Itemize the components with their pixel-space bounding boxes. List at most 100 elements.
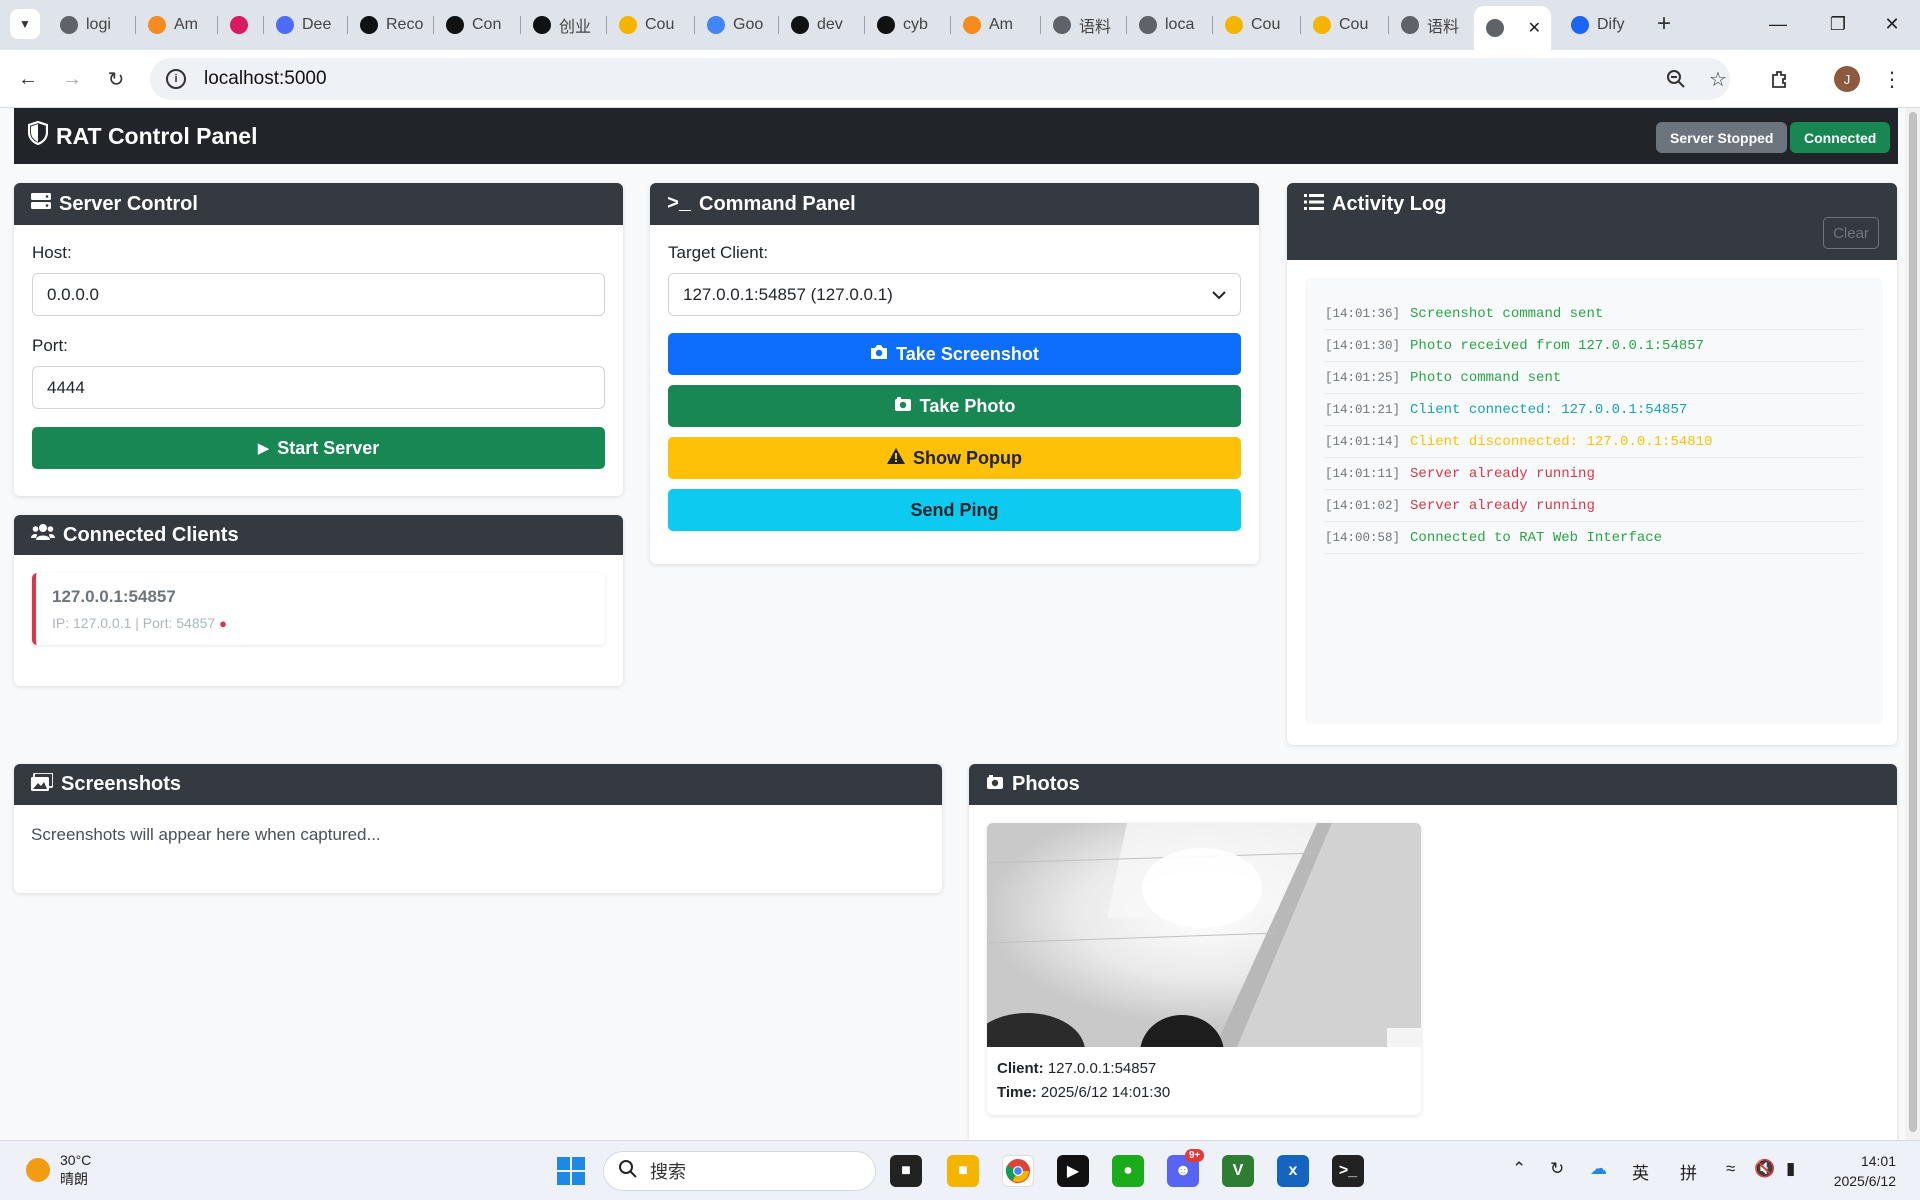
log-entry: [14:01:14] Client disconnected: 127.0.0.1… (1325, 426, 1863, 458)
connected-clients-title: Connected Clients (63, 523, 239, 546)
tray-overflow-chevron-icon[interactable]: ⌃ (1512, 1159, 1526, 1179)
log-message: Photo command sent (1410, 369, 1562, 386)
browser-tab[interactable]: Goo (695, 8, 779, 42)
app-title: RAT Control Panel (56, 122, 258, 149)
client-list-item[interactable]: 127.0.0.1:54857 IP: 127.0.0.1 | Port: 54… (32, 573, 605, 645)
browser-tab-label: Dee (302, 16, 332, 33)
log-message: Client disconnected: 127.0.0.1:54810 (1410, 433, 1713, 450)
host-input[interactable]: 0.0.0.0 (32, 273, 605, 316)
log-container: [14:01:36] Screenshot command sent [14:01:… (1305, 278, 1883, 724)
show-popup-button[interactable]: Show Popup (668, 437, 1241, 479)
log-message: Connected to RAT Web Interface (1410, 529, 1663, 546)
browser-tab[interactable]: Am (136, 8, 218, 42)
page-scrollbar[interactable] (1905, 108, 1920, 1140)
browser-tab[interactable]: 语料 (1041, 8, 1127, 42)
target-client-select[interactable]: 127.0.0.1:54857 (127.0.0.1) (668, 273, 1241, 316)
browser-tab-label: loca (1165, 16, 1195, 33)
globe-icon (60, 16, 78, 34)
browser-tab[interactable]: dev (779, 8, 865, 42)
log-entry: [14:01:21] Client connected: 127.0.0.1:54… (1325, 394, 1863, 426)
restore-button[interactable]: ❐ (1808, 0, 1868, 48)
battery-icon[interactable]: ▮ (1786, 1159, 1795, 1179)
close-window-button[interactable]: ✕ (1862, 0, 1920, 48)
task-view-icon[interactable]: ■ (890, 1155, 922, 1187)
screenshots-card: Screenshots Screenshots will appear here… (14, 764, 942, 893)
dify-icon (1571, 16, 1589, 34)
browser-tab[interactable]: Con (434, 8, 521, 42)
connected-clients-header: Connected Clients (14, 515, 623, 555)
bookmark-star-icon[interactable]: ☆ (1702, 63, 1734, 95)
back-button[interactable]: ← (12, 63, 44, 95)
scrollbar-thumb[interactable] (1909, 112, 1917, 1132)
file-explorer-icon[interactable]: ■ (947, 1155, 979, 1187)
browser-tab[interactable] (218, 8, 264, 42)
system-clock[interactable]: 14:01 2025/6/12 (1826, 1151, 1896, 1191)
photo-client-label: Client: (997, 1060, 1044, 1077)
address-bar[interactable]: i localhost:5000 (150, 58, 1730, 100)
globe-icon (1486, 19, 1504, 37)
browser-tab-label: Con (472, 16, 502, 33)
discord-icon[interactable]: ☻ 9+ (1167, 1149, 1205, 1187)
browser-tab[interactable]: Reco (348, 8, 434, 42)
browser-tab[interactable]: Cou (1301, 8, 1389, 42)
extensions-icon[interactable] (1764, 63, 1796, 95)
terminal-icon: >_ (667, 192, 692, 216)
sync-icon[interactable]: ↻ (1550, 1159, 1564, 1179)
log-timestamp: [14:01:30] (1325, 338, 1401, 353)
more-menu-icon[interactable]: ⋮ (1876, 63, 1908, 95)
browser-tab[interactable]: loca (1127, 8, 1213, 42)
onedrive-icon[interactable]: ☁ (1590, 1159, 1607, 1179)
activity-log-title: Activity Log (1332, 193, 1447, 215)
new-tab-button[interactable]: + (1650, 10, 1678, 38)
ime-mode[interactable]: 拼 (1680, 1159, 1697, 1184)
volume-muted-icon[interactable]: 🔇 (1754, 1159, 1775, 1179)
site-info-icon[interactable]: i (166, 69, 186, 89)
browser-tab[interactable]: ✕ (1474, 6, 1551, 50)
log-message: Server already running (1410, 497, 1595, 514)
port-label: Port: (32, 336, 68, 355)
log-entry: [14:01:11] Server already running (1325, 458, 1863, 490)
camera-retro-icon (894, 396, 912, 417)
take-photo-button[interactable]: Take Photo (668, 385, 1241, 427)
browser-tab[interactable]: 语料 (1389, 8, 1474, 42)
send-ping-button[interactable]: Send Ping (668, 489, 1241, 531)
profile-avatar[interactable]: J (1834, 66, 1860, 92)
users-icon (31, 523, 55, 547)
photo-item[interactable]: Client: 127.0.0.1:54857 Time: 2025/6/12 … (987, 823, 1421, 1115)
x64dbg-icon[interactable]: x (1277, 1155, 1309, 1187)
zoom-icon[interactable] (1660, 63, 1692, 95)
chrome-icon[interactable] (1002, 1155, 1034, 1187)
browser-tab[interactable]: Dify (1559, 8, 1644, 42)
close-tab-icon[interactable]: ✕ (1528, 18, 1541, 38)
port-input[interactable]: 4444 (32, 366, 605, 409)
ime-language[interactable]: 英 (1632, 1159, 1649, 1184)
browser-tab[interactable]: logi (48, 8, 136, 42)
browser-tab[interactable]: Cou (607, 8, 695, 42)
capcut-icon[interactable]: ▶ (1057, 1155, 1089, 1187)
terminal-app-icon[interactable]: >_ (1332, 1155, 1364, 1187)
browser-tab-label: 创业 (559, 19, 592, 36)
browser-tab[interactable]: Dee (264, 8, 348, 42)
browser-tab[interactable]: Am (951, 8, 1041, 42)
wifi-icon[interactable]: ≈ (1726, 1159, 1735, 1179)
minimize-button[interactable]: — (1748, 0, 1808, 48)
vscode-like-icon[interactable]: V (1222, 1155, 1254, 1187)
log-timestamp: [14:01:21] (1325, 402, 1401, 417)
log-entry: [14:00:58] Connected to RAT Web Interface (1325, 522, 1863, 554)
reload-button[interactable]: ↻ (100, 63, 132, 95)
browser-tab[interactable]: Cou (1213, 8, 1301, 42)
github-icon (791, 16, 809, 34)
forward-button[interactable]: → (56, 63, 88, 95)
browser-tab[interactable]: 创业 (521, 8, 607, 42)
start-server-button[interactable]: ▶ Start Server (32, 427, 605, 469)
windows-start-icon[interactable] (555, 1155, 587, 1187)
tab-search-menu-button[interactable]: ▼ (10, 9, 40, 39)
chevron-down-icon (1212, 285, 1226, 305)
taskbar-search-input[interactable]: 搜索 (603, 1151, 876, 1191)
captured-photo-image[interactable] (987, 823, 1421, 1047)
browser-tab[interactable]: cyb (865, 8, 951, 42)
wechat-icon[interactable]: ● (1112, 1155, 1144, 1187)
take-screenshot-button[interactable]: Take Screenshot (668, 333, 1241, 375)
clear-log-button[interactable]: Clear (1823, 217, 1879, 249)
weather-widget[interactable]: 30°C 晴朗 (26, 1151, 91, 1189)
